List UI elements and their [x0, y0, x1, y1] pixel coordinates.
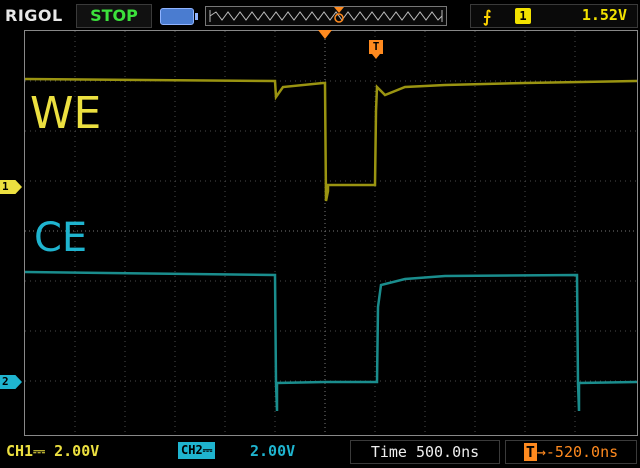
ch1-waveform	[25, 77, 637, 202]
trigger-source-badge: 1	[515, 8, 531, 24]
channel-label-we: WE	[30, 88, 102, 139]
ch1-scale[interactable]: CH1⎓ 2.00V	[6, 442, 99, 460]
trigger-offset-value: -520.0ns	[545, 443, 619, 461]
trigger-position-icon[interactable]	[318, 30, 332, 39]
waveform-display[interactable]	[24, 30, 638, 436]
ch2-waveform	[25, 270, 637, 412]
bottom-status-bar: CH1⎓ 2.00V CH2⎓ 2.00V Time 500.0ns T →-52…	[0, 436, 640, 468]
ch1-volts-div: 2.00V	[54, 442, 100, 460]
status-bar: RIGOL STOP ⨍ 1 1.52V	[0, 0, 640, 30]
trigger-marker[interactable]: T	[369, 40, 383, 59]
dc-coupling-icon: ⎓	[202, 443, 213, 457]
trigger-level: 1.52V	[581, 6, 627, 24]
channel-label-ce: CE	[34, 215, 88, 261]
trigger-settings[interactable]: ⨍ 1 1.52V	[470, 4, 638, 28]
brand-logo: RIGOL	[5, 6, 63, 25]
ch2-label[interactable]: CH2⎓	[178, 442, 216, 459]
graticule	[25, 31, 637, 435]
battery-icon	[160, 8, 198, 25]
run-stop-status[interactable]: STOP	[76, 4, 152, 28]
dc-coupling-icon: ⎓	[33, 442, 46, 460]
rising-edge-icon: ⨍	[483, 7, 492, 26]
arrow-right-icon: →	[536, 443, 546, 461]
trigger-offset[interactable]: T →-520.0ns	[505, 440, 637, 464]
memory-depth-indicator	[205, 6, 447, 26]
timebase[interactable]: Time 500.0ns	[350, 440, 500, 464]
ch2-offset-marker[interactable]: 2	[0, 375, 22, 389]
ch1-label: CH1	[6, 442, 34, 460]
ch1-offset-marker[interactable]: 1	[0, 180, 22, 194]
ch2-volts-div[interactable]: 2.00V	[250, 442, 295, 460]
trigger-offset-icon: T	[523, 443, 537, 461]
memory-waveform-icon	[209, 7, 443, 23]
